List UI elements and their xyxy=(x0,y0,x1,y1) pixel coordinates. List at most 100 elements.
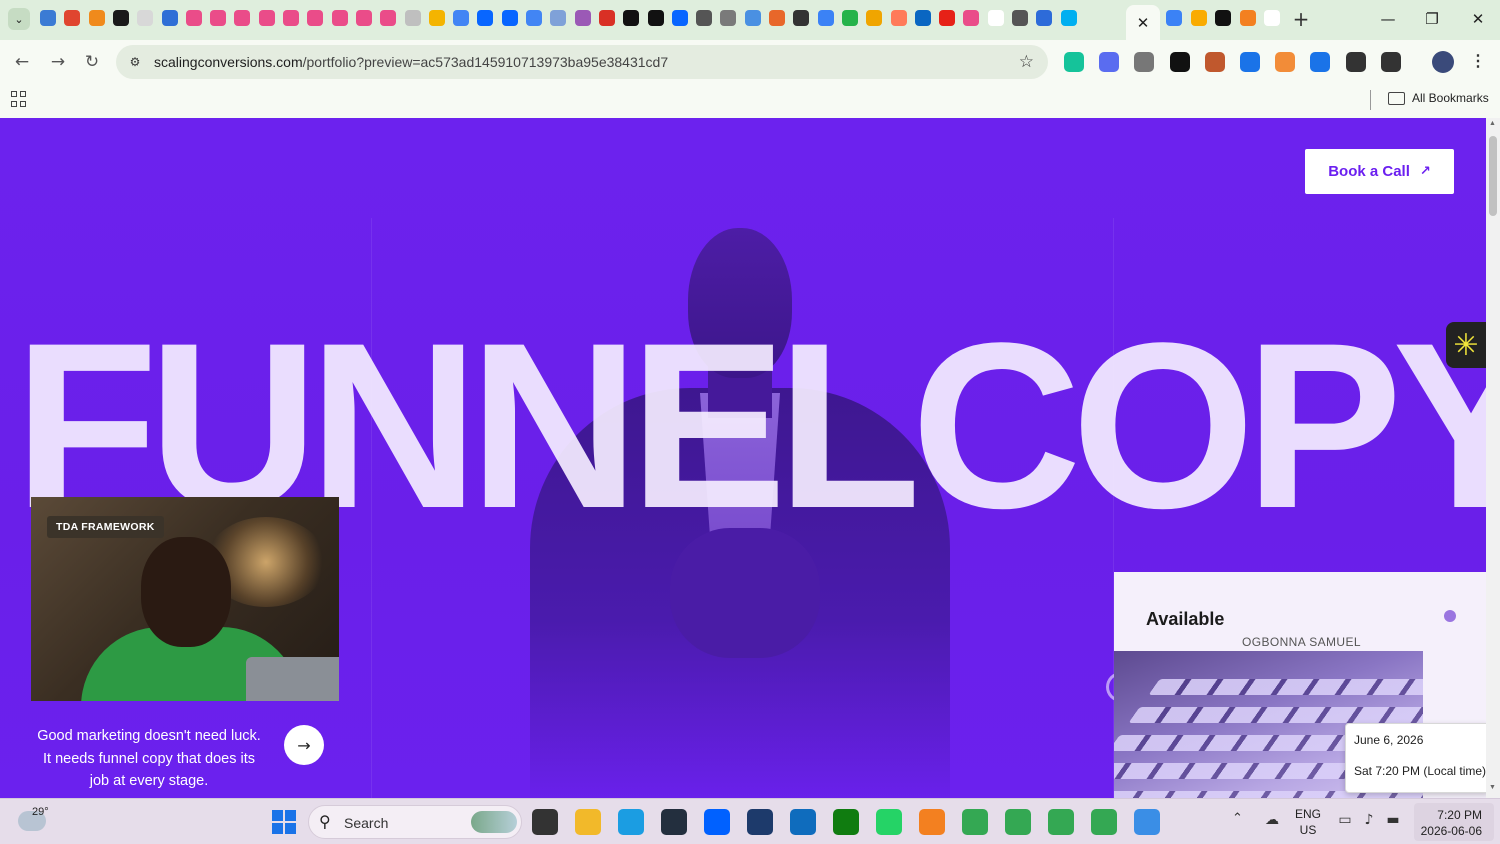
pulse-icon[interactable] xyxy=(112,10,129,26)
notepad-icon[interactable] xyxy=(1134,809,1160,835)
weather-temperature[interactable]: 29° xyxy=(32,806,49,818)
folder-icon[interactable] xyxy=(1388,92,1405,105)
clock[interactable]: 7:20 PM 2026-06-06 xyxy=(1414,803,1494,841)
diamond-icon[interactable] xyxy=(1166,10,1182,26)
tag-icon[interactable] xyxy=(1310,52,1331,72)
minimize-button[interactable]: — xyxy=(1366,6,1410,32)
display-icon[interactable]: ▭ xyxy=(1336,812,1354,828)
google-icon[interactable] xyxy=(987,10,1004,26)
avatar-icon[interactable] xyxy=(720,10,737,26)
docs-icon[interactable] xyxy=(453,10,470,26)
asterisk-icon[interactable] xyxy=(1169,52,1190,72)
chat-icon[interactable] xyxy=(841,10,858,26)
chart-icon[interactable] xyxy=(40,10,56,26)
grammarly-icon[interactable] xyxy=(1064,52,1084,72)
task-view-icon[interactable] xyxy=(532,809,558,835)
dribbble-icon[interactable] xyxy=(380,10,397,26)
feather-icon[interactable] xyxy=(137,10,154,26)
dribbble-icon[interactable] xyxy=(355,10,372,26)
restore-button[interactable]: ❐ xyxy=(1410,6,1454,32)
gmail-icon[interactable] xyxy=(598,10,615,26)
youtube-icon[interactable] xyxy=(939,10,956,26)
apps-grid-icon[interactable] xyxy=(11,91,27,107)
new-tab-button[interactable]: + xyxy=(1290,7,1312,31)
cube-icon[interactable] xyxy=(1036,10,1053,26)
chrome-icon[interactable] xyxy=(1005,809,1031,835)
meta-icon[interactable] xyxy=(501,10,518,26)
linkedin-icon[interactable] xyxy=(914,10,931,26)
dribbble-icon[interactable] xyxy=(234,10,251,26)
reload-icon[interactable]: ↻ xyxy=(80,50,104,74)
hubspot-icon[interactable] xyxy=(890,10,907,26)
puzzle-piece-icon[interactable] xyxy=(1134,52,1155,72)
notes-icon[interactable] xyxy=(1215,10,1231,26)
skype-icon[interactable] xyxy=(1060,10,1077,26)
taskbar-search[interactable]: ⚲ Search xyxy=(308,805,522,839)
book-a-call-button[interactable]: Book a Call ↗ xyxy=(1305,149,1454,194)
speaker-icon[interactable] xyxy=(1012,10,1028,26)
drive-icon[interactable] xyxy=(428,10,445,26)
globe-icon[interactable] xyxy=(696,10,713,26)
close-tab-icon[interactable]: ✕ xyxy=(1137,14,1150,32)
outlook-icon[interactable] xyxy=(790,809,816,835)
windows-start-icon[interactable] xyxy=(272,810,296,834)
google-icon[interactable] xyxy=(1264,10,1280,26)
scroll-down-icon[interactable]: ▼ xyxy=(1489,784,1496,791)
back-icon[interactable]: ← xyxy=(10,50,34,74)
pages-icon[interactable] xyxy=(64,10,81,26)
shield-icon[interactable] xyxy=(817,10,834,26)
analytics-icon[interactable] xyxy=(1190,10,1207,26)
dribbble-icon[interactable] xyxy=(331,10,348,26)
font-icon[interactable] xyxy=(404,10,421,26)
browser-menu-icon[interactable]: ⋮ xyxy=(1470,51,1486,71)
dribbble-icon[interactable] xyxy=(283,10,299,26)
chatgpt-icon[interactable] xyxy=(793,10,810,26)
mountain-icon[interactable] xyxy=(161,10,178,26)
scroll-up-icon[interactable]: ▲ xyxy=(1489,120,1496,127)
media-icon[interactable] xyxy=(1380,52,1401,72)
spark-icon[interactable] xyxy=(769,10,785,26)
b-app-icon[interactable] xyxy=(747,809,773,835)
meta-icon[interactable] xyxy=(477,10,494,26)
tiktok-icon[interactable] xyxy=(623,10,640,26)
volume-icon[interactable]: ♪ xyxy=(1360,812,1378,828)
site-info-icon[interactable]: ⚙ xyxy=(126,53,144,71)
onedrive-icon[interactable]: ☁ xyxy=(1263,812,1281,828)
mail-icon[interactable] xyxy=(574,10,591,26)
url-text[interactable]: scalingconversions.com/portfolio?preview… xyxy=(154,54,668,70)
dribbble-icon[interactable] xyxy=(185,10,202,26)
arrow-right-button[interactable]: → xyxy=(284,725,324,765)
dribbble-icon[interactable] xyxy=(258,10,275,26)
dribbble-icon[interactable] xyxy=(307,10,324,26)
meta-icon[interactable] xyxy=(671,10,688,26)
address-bar[interactable]: ⚙ scalingconversions.com/portfolio?previ… xyxy=(116,45,1048,79)
amazon-icon[interactable] xyxy=(661,809,687,835)
edge-icon[interactable] xyxy=(618,809,644,835)
docs-icon[interactable] xyxy=(526,10,542,26)
active-tab[interactable]: ✕ xyxy=(1126,5,1160,40)
broadcast-icon[interactable] xyxy=(1099,52,1120,72)
bookmark-star-icon[interactable]: ☆ xyxy=(1019,52,1034,72)
g-icon[interactable] xyxy=(1204,52,1225,72)
cloud-icon[interactable] xyxy=(866,10,883,26)
chrome-icon[interactable] xyxy=(962,809,988,835)
close-window-button[interactable]: ✕ xyxy=(1456,6,1500,32)
whatsapp-icon[interactable] xyxy=(876,809,902,835)
chrome-icon[interactable] xyxy=(1048,809,1074,835)
chevron-up-icon[interactable]: ⌃ xyxy=(1232,811,1243,826)
dropbox-icon[interactable] xyxy=(704,809,730,835)
bird-icon[interactable] xyxy=(744,10,761,26)
eye-icon[interactable] xyxy=(1240,52,1260,72)
extensions-icon[interactable] xyxy=(1345,52,1366,72)
all-bookmarks-link[interactable]: All Bookmarks xyxy=(1412,91,1489,105)
xbox-icon[interactable] xyxy=(833,809,859,835)
swirl-icon[interactable] xyxy=(88,10,105,26)
chrome-icon[interactable] xyxy=(1091,809,1117,835)
dribbble-icon[interactable] xyxy=(210,10,227,26)
dribbble-icon[interactable] xyxy=(963,10,980,26)
tab-search-icon[interactable]: ⌄ xyxy=(8,8,30,30)
asterisk-extension-icon[interactable]: ✳ xyxy=(1446,322,1486,368)
forward-icon[interactable]: → xyxy=(46,50,70,74)
threads-icon[interactable] xyxy=(647,10,664,26)
cloudflare-icon[interactable] xyxy=(1239,10,1256,26)
